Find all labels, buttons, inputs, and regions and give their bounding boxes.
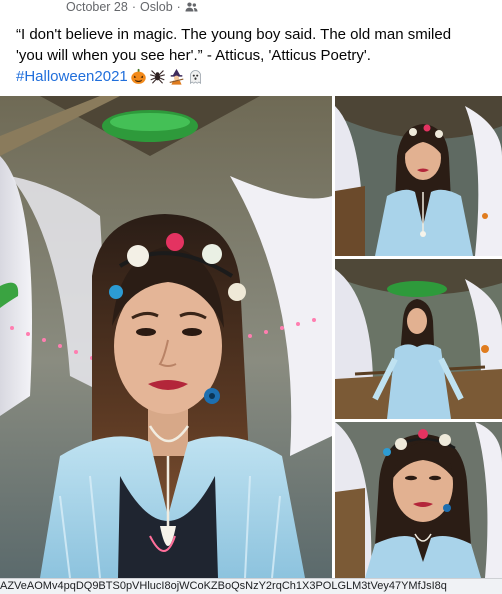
post-date[interactable]: October 28 <box>66 0 128 14</box>
post-caption: “I don't believe in magic. The young boy… <box>16 24 496 87</box>
witch-icon <box>168 68 185 85</box>
meta-separator: · <box>176 0 181 14</box>
ghost-icon <box>187 68 204 85</box>
portrait-image <box>335 259 502 419</box>
portrait-image <box>0 96 332 578</box>
meta-separator: · <box>131 0 137 14</box>
hashtag-link[interactable]: #Halloween2021 <box>16 66 128 87</box>
post-meta: October 28 · Oslob · <box>66 0 198 14</box>
photo-side-1[interactable] <box>335 96 502 256</box>
post-location[interactable]: Oslob <box>140 0 173 14</box>
status-bar-url: AZVeAOMv4pqDQ9BTS0pVHlucI8ojWCoKZBoQsNzY… <box>0 578 502 594</box>
spider-icon <box>149 68 166 85</box>
photo-main[interactable] <box>0 96 332 578</box>
photo-grid <box>0 96 502 578</box>
hashtag-line: #Halloween2021 <box>16 66 496 87</box>
jack-o-lantern-icon <box>130 68 147 85</box>
photo-side-3[interactable] <box>335 422 502 578</box>
caption-line: 'you will when you see her'.” - Atticus,… <box>16 47 371 64</box>
friends-icon[interactable] <box>185 1 198 13</box>
portrait-image <box>335 96 502 256</box>
portrait-image <box>335 422 502 578</box>
photo-side-2[interactable] <box>335 259 502 419</box>
caption-line: “I don't believe in magic. The young boy… <box>16 26 452 43</box>
